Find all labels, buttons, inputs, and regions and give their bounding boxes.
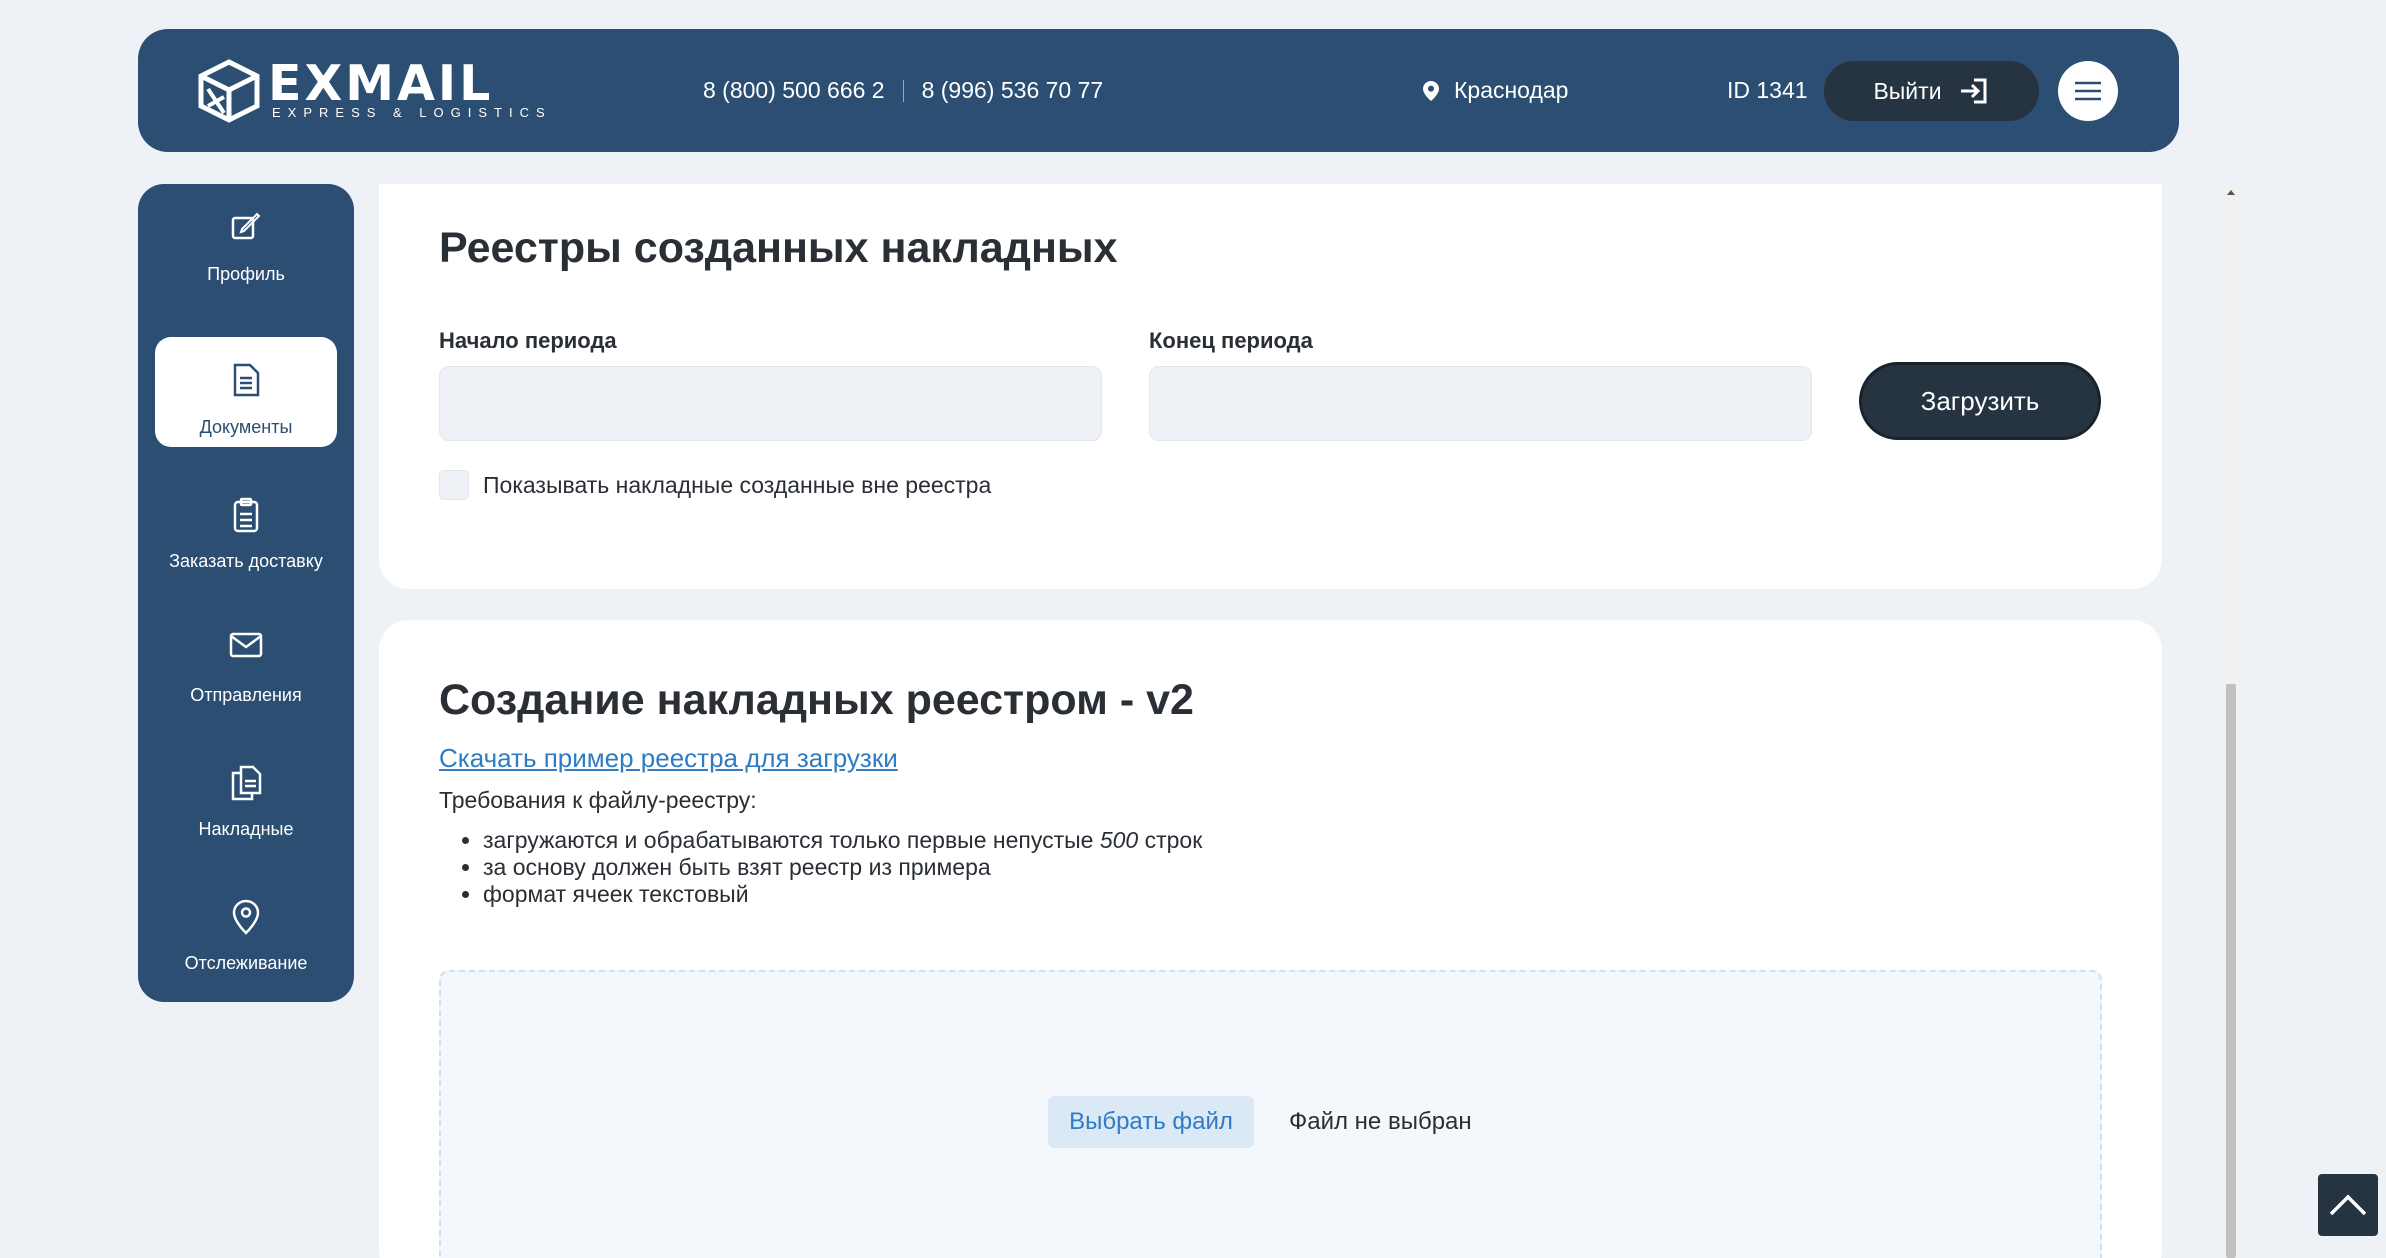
requirements-title: Требования к файлу-реестру:: [439, 787, 757, 813]
sidebar-item-shipments[interactable]: Отправления: [155, 605, 337, 715]
sidebar-item-label: Профиль: [207, 264, 285, 284]
user-id: ID 1341: [1727, 77, 1808, 103]
envelope-icon: [229, 632, 263, 658]
file-dropzone[interactable]: Выбрать файл Файл не выбран: [439, 970, 2102, 1258]
logout-icon: [1960, 78, 1987, 104]
hamburger-icon: [2075, 81, 2101, 101]
requirement-item: за основу должен быть взят реестр из при…: [483, 854, 1202, 881]
show-outside-registry-label: Показывать накладные созданные вне реест…: [483, 472, 992, 498]
edit-icon: [231, 212, 261, 240]
load-button[interactable]: Загрузить: [1859, 362, 2101, 440]
period-start-label: Начало периода: [439, 328, 617, 353]
logout-label: Выйти: [1873, 77, 1942, 104]
logo-word: EXMAIL: [268, 55, 494, 112]
city-name: Краснодар: [1454, 77, 1569, 103]
top-header: EXMAIL EXPRESS & LOGISTICS 8 (800) 500 6…: [138, 29, 2179, 152]
sidebar-item-label: Отправления: [190, 685, 302, 705]
phone-link-1[interactable]: 8 (800) 500 666 2: [703, 77, 885, 104]
requirement-item: загружаются и обрабатываются только перв…: [483, 827, 1202, 854]
city-selector[interactable]: Краснодар: [1422, 29, 1568, 152]
create-title: Создание накладных реестром - v2: [439, 676, 1194, 724]
hamburger-menu-button[interactable]: [2058, 61, 2118, 121]
download-example-link[interactable]: Скачать пример реестра для загрузки: [439, 743, 898, 774]
logo[interactable]: EXMAIL EXPRESS & LOGISTICS: [196, 59, 552, 123]
sidebar: Профиль Документы Заказать доставку Отпр…: [138, 184, 354, 1002]
requirement-row-limit: 500: [1099, 827, 1139, 853]
create-by-registry-card: Создание накладных реестром - v2 Скачать…: [379, 620, 2162, 1258]
period-end-input[interactable]: [1149, 366, 1812, 441]
registries-card: Реестры созданных накладных Начало перио…: [379, 184, 2162, 589]
period-start-input[interactable]: [439, 366, 1102, 441]
logo-text: EXMAIL EXPRESS & LOGISTICS: [268, 55, 552, 120]
phone-link-2[interactable]: 8 (996) 536 70 77: [922, 77, 1104, 104]
choose-file-button[interactable]: Выбрать файл: [1048, 1096, 1254, 1148]
document-icon: [233, 363, 260, 397]
sidebar-item-label: Накладные: [198, 819, 294, 839]
sidebar-item-profile[interactable]: Профиль: [155, 184, 337, 294]
sidebar-item-tracking[interactable]: Отслеживание: [155, 873, 337, 983]
registries-title: Реестры созданных накладных: [439, 224, 1118, 272]
period-end-label: Конец периода: [1149, 328, 1313, 353]
requirements-list: загружаются и обрабатываются только перв…: [483, 827, 1202, 908]
phone-numbers: 8 (800) 500 666 2 8 (996) 536 70 77: [703, 29, 1103, 152]
location-pin-icon: [1423, 80, 1439, 101]
logo-cube-icon: [198, 59, 260, 123]
scroll-up-arrow-icon[interactable]: [2227, 190, 2235, 195]
file-status: Файл не выбран: [1289, 1108, 1472, 1135]
scrollbar-thumb[interactable]: [2226, 684, 2236, 1258]
show-outside-registry-checkbox[interactable]: [439, 470, 469, 500]
sidebar-item-label: Отслеживание: [184, 953, 308, 973]
page-scrollbar[interactable]: [2224, 184, 2238, 1258]
requirement-item: формат ячеек текстовый: [483, 881, 1202, 908]
sidebar-item-label: Заказать доставку: [169, 551, 323, 571]
location-pin-icon: [232, 899, 260, 935]
requirement-text: строк: [1138, 827, 1203, 853]
sidebar-item-waybills[interactable]: Накладные: [155, 739, 337, 849]
scroll-to-top-button[interactable]: [2318, 1174, 2378, 1236]
clipboard-icon: [233, 497, 259, 533]
logo-tagline: EXPRESS & LOGISTICS: [272, 105, 552, 120]
sidebar-item-label: Документы: [199, 417, 293, 437]
documents-icon: [231, 765, 262, 801]
logout-button[interactable]: Выйти: [1824, 61, 2039, 121]
phone-divider: [902, 79, 904, 102]
sidebar-item-documents[interactable]: Документы: [155, 337, 337, 447]
sidebar-item-order-delivery[interactable]: Заказать доставку: [155, 471, 337, 581]
requirement-text: загружаются и обрабатываются только перв…: [483, 827, 1100, 853]
chevron-up-icon: [2329, 1194, 2367, 1216]
